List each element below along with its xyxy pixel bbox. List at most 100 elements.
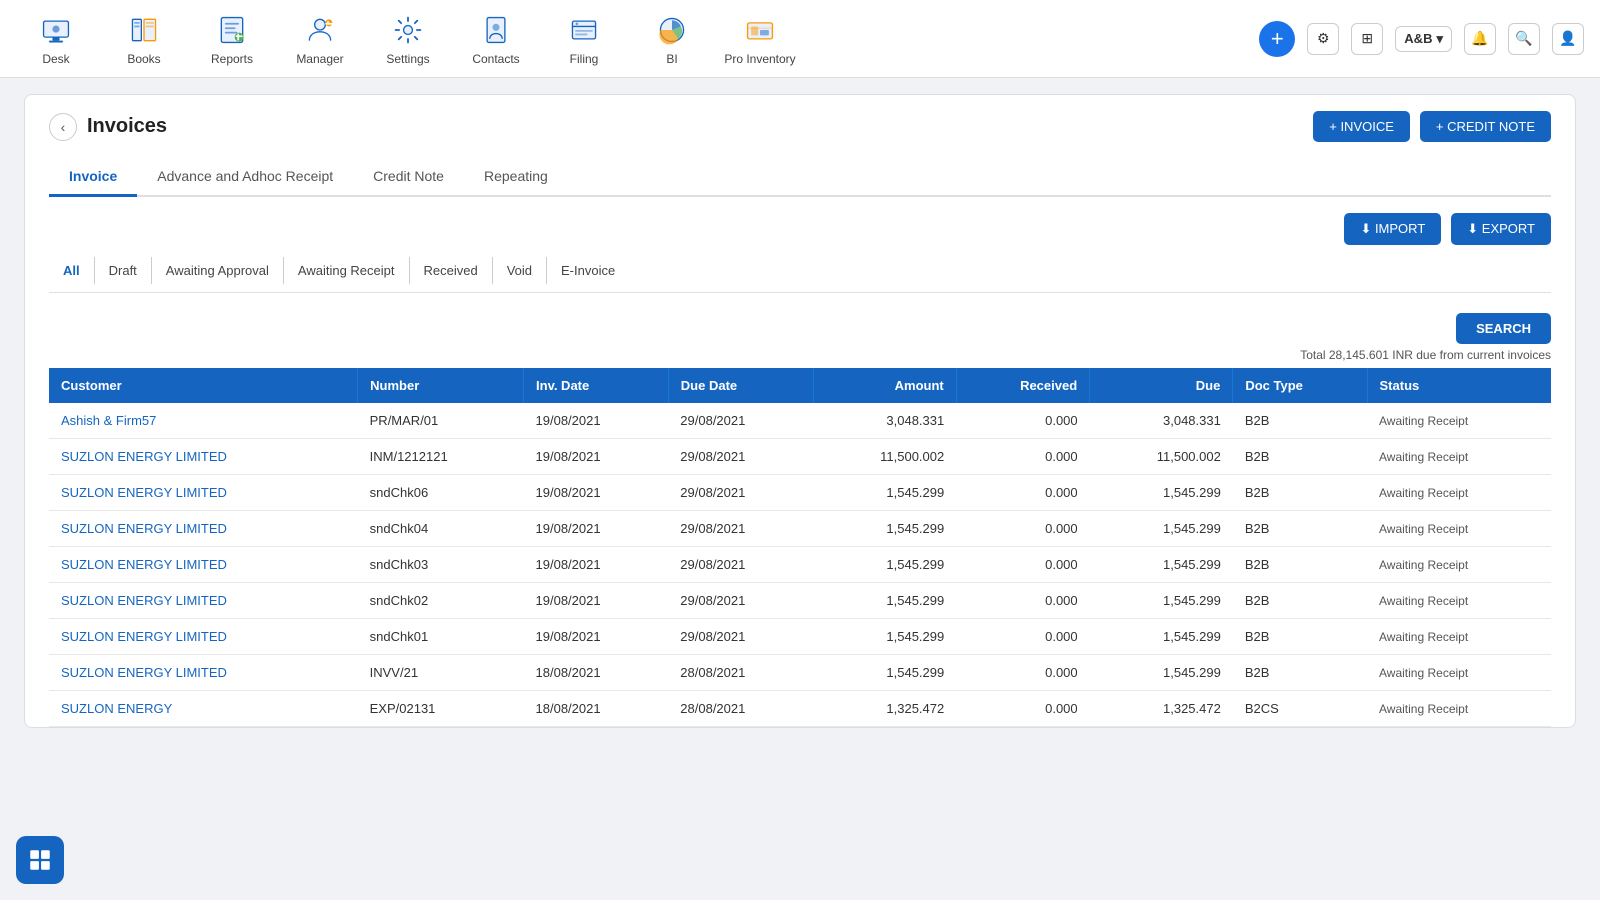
filter-awaiting-receipt[interactable]: Awaiting Receipt [284,257,410,284]
inv-date-cell: 19/08/2021 [524,475,669,511]
tab-advance-adhoc[interactable]: Advance and Adhoc Receipt [137,158,353,197]
nav-reports[interactable]: Reports [192,4,272,74]
back-button[interactable]: ‹ [49,113,77,141]
customer-cell[interactable]: SUZLON ENERGY LIMITED [49,475,358,511]
header-buttons: + INVOICE + CREDIT NOTE [1313,111,1551,142]
col-amount: Amount [813,368,956,403]
due-cell: 1,545.299 [1090,547,1233,583]
export-button[interactable]: ⬇ EXPORT [1451,213,1551,245]
nav-books[interactable]: Books [104,4,184,74]
nav-settings[interactable]: Settings [368,4,448,74]
settings-button[interactable]: ⚙ [1307,23,1339,55]
due-date-cell: 28/08/2021 [668,655,813,691]
table-row[interactable]: SUZLON ENERGY LIMITED INVV/21 18/08/2021… [49,655,1551,691]
nav-filing[interactable]: Filing [544,4,624,74]
customer-cell[interactable]: SUZLON ENERGY LIMITED [49,547,358,583]
status-cell: Awaiting Receipt [1367,403,1551,439]
tab-invoice[interactable]: Invoice [49,158,137,197]
search-button-top[interactable]: 🔍 [1508,23,1540,55]
nav-pro-inventory[interactable]: Pro Inventory [720,4,800,74]
invoice-title-row: ‹ Invoices [49,113,167,141]
customer-cell[interactable]: SUZLON ENERGY [49,691,358,727]
new-invoice-button[interactable]: + INVOICE [1313,111,1410,142]
status-cell: Awaiting Receipt [1367,439,1551,475]
customer-cell[interactable]: SUZLON ENERGY LIMITED [49,511,358,547]
filter-einvoice[interactable]: E-Invoice [547,257,629,284]
doc-type-cell: B2B [1233,619,1367,655]
customer-cell[interactable]: SUZLON ENERGY LIMITED [49,439,358,475]
amount-cell: 1,545.299 [813,655,956,691]
filter-actions: ⬇ IMPORT ⬇ EXPORT [49,213,1551,245]
amount-cell: 1,325.472 [813,691,956,727]
profile-button[interactable]: 👤 [1552,23,1584,55]
nav-bi[interactable]: BI [632,4,712,74]
table-row[interactable]: SUZLON ENERGY LIMITED sndChk03 19/08/202… [49,547,1551,583]
table-row[interactable]: Ashish & Firm57 PR/MAR/01 19/08/2021 29/… [49,403,1551,439]
due-date-cell: 29/08/2021 [668,511,813,547]
inv-date-cell: 19/08/2021 [524,619,669,655]
number-cell: sndChk02 [358,583,524,619]
received-cell: 0.000 [956,511,1089,547]
col-due: Due [1090,368,1233,403]
add-button[interactable]: + [1259,21,1295,57]
customer-cell[interactable]: SUZLON ENERGY LIMITED [49,619,358,655]
nav-settings-label: Settings [386,52,429,66]
reports-icon [214,12,250,48]
company-selector[interactable]: A&B ▾ [1395,26,1452,52]
inv-date-cell: 19/08/2021 [524,511,669,547]
table-row[interactable]: SUZLON ENERGY EXP/02131 18/08/2021 28/08… [49,691,1551,727]
filter-void[interactable]: Void [493,257,547,284]
nav-contacts[interactable]: Contacts [456,4,536,74]
col-received: Received [956,368,1089,403]
table-row[interactable]: SUZLON ENERGY LIMITED sndChk06 19/08/202… [49,475,1551,511]
tab-repeating[interactable]: Repeating [464,158,568,197]
col-inv-date: Inv. Date [524,368,669,403]
col-customer: Customer [49,368,358,403]
table-row[interactable]: SUZLON ENERGY LIMITED INM/1212121 19/08/… [49,439,1551,475]
amount-cell: 1,545.299 [813,511,956,547]
due-cell: 1,545.299 [1090,511,1233,547]
table-row[interactable]: SUZLON ENERGY LIMITED sndChk02 19/08/202… [49,583,1551,619]
inv-date-cell: 19/08/2021 [524,439,669,475]
amount-cell: 1,545.299 [813,475,956,511]
customer-cell[interactable]: SUZLON ENERGY LIMITED [49,583,358,619]
filter-draft[interactable]: Draft [95,257,152,284]
doc-type-cell: B2B [1233,439,1367,475]
col-due-date: Due Date [668,368,813,403]
filter-received[interactable]: Received [410,257,493,284]
status-cell: Awaiting Receipt [1367,511,1551,547]
status-cell: Awaiting Receipt [1367,655,1551,691]
customer-cell[interactable]: Ashish & Firm57 [49,403,358,439]
import-button[interactable]: ⬇ IMPORT [1344,213,1441,245]
search-button[interactable]: SEARCH [1456,313,1551,344]
table-row[interactable]: SUZLON ENERGY LIMITED sndChk04 19/08/202… [49,511,1551,547]
nav-filing-label: Filing [570,52,599,66]
invoice-table: Customer Number Inv. Date Due Date Amoun… [49,368,1551,727]
invoice-card: ‹ Invoices + INVOICE + CREDIT NOTE Invoi… [24,94,1576,728]
new-credit-note-button[interactable]: + CREDIT NOTE [1420,111,1551,142]
received-cell: 0.000 [956,583,1089,619]
tab-credit-note[interactable]: Credit Note [353,158,464,197]
received-cell: 0.000 [956,691,1089,727]
received-cell: 0.000 [956,655,1089,691]
grid-button[interactable]: ⊞ [1351,23,1383,55]
number-cell: sndChk04 [358,511,524,547]
customer-cell[interactable]: SUZLON ENERGY LIMITED [49,655,358,691]
bi-icon [654,12,690,48]
table-row[interactable]: SUZLON ENERGY LIMITED sndChk01 19/08/202… [49,619,1551,655]
due-cell: 1,545.299 [1090,475,1233,511]
filter-awaiting-approval[interactable]: Awaiting Approval [152,257,284,284]
due-cell: 1,545.299 [1090,655,1233,691]
filter-all[interactable]: All [49,257,95,284]
doc-type-cell: B2B [1233,403,1367,439]
status-cell: Awaiting Receipt [1367,475,1551,511]
nav-desk[interactable]: Desk [16,4,96,74]
notification-button[interactable]: 🔔 [1464,23,1496,55]
page-title: Invoices [87,115,167,138]
due-cell: 1,325.472 [1090,691,1233,727]
search-row: SEARCH [49,301,1551,348]
nav-manager[interactable]: Manager [280,4,360,74]
inv-date-cell: 19/08/2021 [524,547,669,583]
number-cell: INVV/21 [358,655,524,691]
bottom-widget[interactable] [16,836,64,884]
